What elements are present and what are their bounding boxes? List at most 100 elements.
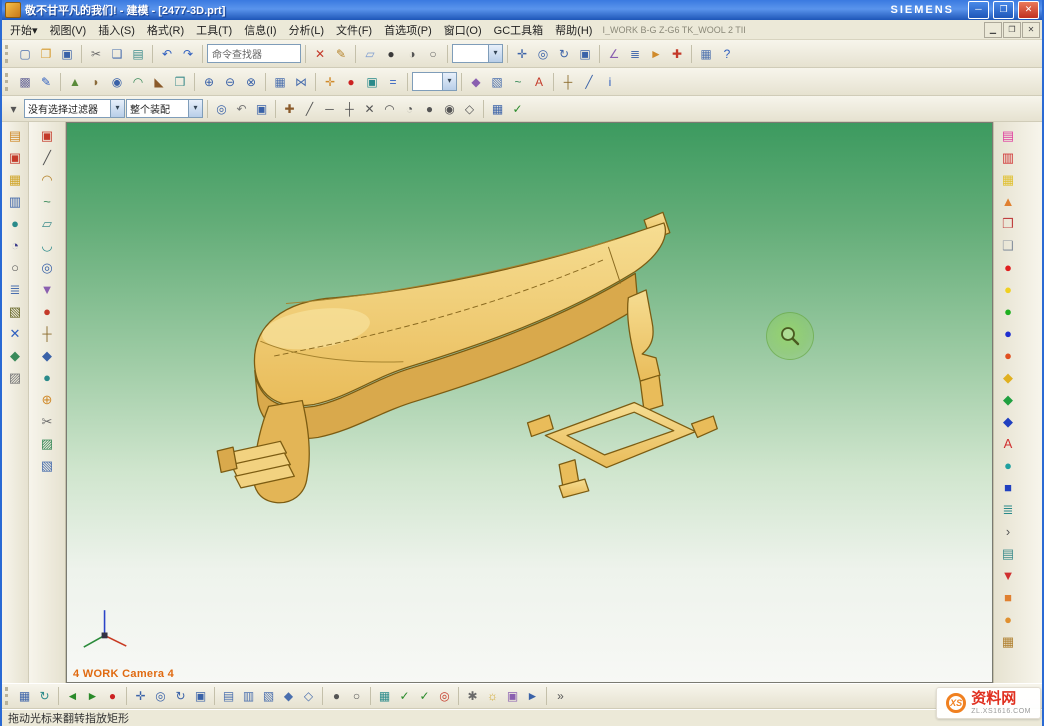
model-frame-stub-right[interactable] (692, 416, 718, 437)
record-macro-icon[interactable]: ● (103, 687, 122, 705)
menu-item[interactable]: 视图(V) (44, 20, 93, 40)
quadrant-point-icon[interactable]: ◔ (400, 100, 419, 118)
menu-item[interactable]: 分析(L) (283, 20, 330, 40)
model-arm-connector[interactable] (640, 375, 663, 411)
check-second-icon[interactable]: ✓ (415, 687, 434, 705)
forward-icon[interactable]: ► (83, 687, 102, 705)
save-icon[interactable]: ▣ (57, 44, 77, 64)
edge-blend-icon[interactable]: ◠ (128, 72, 148, 92)
mirror-feature-icon[interactable]: ⋈ (291, 72, 311, 92)
subtract-icon[interactable]: ⊖ (220, 72, 240, 92)
palette-icon[interactable]: ▧ (5, 302, 25, 322)
color-yellow-icon[interactable]: ● (998, 280, 1018, 300)
top-view-icon[interactable]: ▥ (239, 687, 258, 705)
shell-icon[interactable]: ❒ (170, 72, 190, 92)
hole-icon[interactable]: ◉ (107, 72, 127, 92)
task-environment-icon[interactable]: ▩ (15, 72, 35, 92)
menu-item[interactable]: 帮助(H) (549, 20, 598, 40)
previous-selection-icon[interactable]: ↶ (232, 100, 251, 118)
revolve-icon[interactable]: ◗ (86, 72, 106, 92)
paste-icon[interactable]: ▤ (128, 44, 148, 64)
intersect-icon[interactable]: ⊗ (241, 72, 261, 92)
materials-icon[interactable]: ▦ (998, 170, 1018, 190)
spline-tool-icon[interactable]: ~ (37, 192, 57, 212)
cube-yellow-icon[interactable]: ◆ (998, 368, 1018, 388)
box-blue-icon[interactable]: ■ (998, 478, 1018, 498)
help-icon[interactable]: ? (717, 44, 737, 64)
close-button[interactable]: ✕ (1018, 1, 1039, 19)
model-arm[interactable] (628, 290, 660, 381)
wcs-triad[interactable] (84, 610, 126, 647)
mid-point-icon[interactable]: ─ (320, 100, 339, 118)
isometric-view-icon[interactable]: ◆ (279, 687, 298, 705)
offset-curve-icon[interactable]: ◎ (37, 258, 57, 278)
maximize-button[interactable]: ❐ (993, 1, 1014, 19)
system-materials-icon[interactable]: ▨ (5, 368, 25, 388)
menu-item[interactable]: 插入(S) (92, 20, 141, 40)
doc-minimize-button[interactable]: ▁ (984, 22, 1002, 38)
fit-bottom-icon[interactable]: ▣ (191, 687, 210, 705)
shaded-display-icon[interactable]: ● (381, 44, 401, 64)
select-all-icon[interactable]: ▣ (252, 100, 271, 118)
selection-scope-dropdown[interactable]: 整个装配▾ (126, 99, 203, 118)
menu-item[interactable]: 工具(T) (190, 20, 238, 40)
sphere-teal-icon[interactable]: ● (998, 456, 1018, 476)
toolbar-grip[interactable] (5, 687, 11, 705)
wcs-icon[interactable]: ┼ (558, 72, 578, 92)
minimize-button[interactable]: ─ (968, 1, 989, 19)
point-tool-icon[interactable]: ▣ (37, 126, 57, 146)
unite-icon[interactable]: ⊕ (199, 72, 219, 92)
model-comb-block[interactable] (217, 447, 237, 472)
color-orange-icon[interactable]: ● (998, 346, 1018, 366)
grid-snap-icon[interactable]: ▦ (488, 100, 507, 118)
model-frame[interactable] (545, 403, 695, 468)
doc-close-button[interactable]: ✕ (1022, 22, 1040, 38)
title-bar[interactable]: 敬不甘平凡的我们! - 建模 - [2477-3D.prt] SIEMENS ─… (2, 0, 1042, 20)
view-dropdown[interactable]: ▾ (452, 44, 503, 63)
side-view-icon[interactable]: ▧ (259, 687, 278, 705)
menu-item[interactable]: 信息(I) (238, 20, 282, 40)
type-filter-icon[interactable]: ▾ (4, 100, 23, 118)
graphics-viewport[interactable]: 4 WORK Camera 4 (66, 122, 993, 683)
flag-icon[interactable]: ▼ (998, 566, 1018, 586)
redo-icon[interactable]: ↷ (178, 44, 198, 64)
section-view-icon[interactable]: ▧ (487, 72, 507, 92)
scene-icon[interactable]: ❑ (998, 236, 1018, 256)
target-icon[interactable]: ◎ (435, 687, 454, 705)
model-frame-stub-left[interactable] (528, 415, 554, 436)
front-view-icon[interactable]: ▤ (219, 687, 238, 705)
confirm-icon[interactable]: ✓ (508, 100, 527, 118)
toolbar-grip[interactable] (5, 73, 11, 91)
roles-icon[interactable]: ◆ (5, 346, 25, 366)
close-panel-icon[interactable]: ✕ (5, 324, 25, 344)
menu-item[interactable]: 窗口(O) (438, 20, 488, 40)
part-navigator-icon[interactable]: ▦ (5, 170, 25, 190)
pan-icon[interactable]: ✛ (512, 44, 532, 64)
synchronous-modeling-icon[interactable]: ▣ (362, 72, 382, 92)
datum-csys-icon[interactable]: ┼ (37, 324, 57, 344)
visual-effects-icon[interactable]: ❒ (998, 214, 1018, 234)
cut-icon[interactable]: ✂ (86, 44, 106, 64)
chamfer-icon[interactable]: ◣ (149, 72, 169, 92)
block-tool-icon[interactable]: ◆ (37, 346, 57, 366)
zoom-icon[interactable]: ◎ (533, 44, 553, 64)
ball-orange-icon[interactable]: ● (998, 610, 1018, 630)
expressions-icon[interactable]: = (383, 72, 403, 92)
menu-item[interactable]: 文件(F) (330, 20, 378, 40)
arc-tool-icon[interactable]: ◠ (37, 170, 57, 190)
clock-icon[interactable]: ○ (5, 258, 25, 278)
light-icon[interactable]: ☼ (483, 687, 502, 705)
chevron-right-icon[interactable]: › (998, 522, 1018, 542)
sphere-tool-icon[interactable]: ● (37, 368, 57, 388)
box-orange-icon[interactable]: ■ (998, 588, 1018, 608)
shaded-bottom-icon[interactable]: ● (327, 687, 346, 705)
studio-spline-icon[interactable]: ◡ (37, 236, 57, 256)
cube-blue-icon[interactable]: ◆ (998, 412, 1018, 432)
color-blue-icon[interactable]: ● (998, 324, 1018, 344)
profile-tool-icon[interactable]: ▱ (37, 214, 57, 234)
snap-grid-icon[interactable]: ▦ (375, 687, 394, 705)
layer-settings-icon[interactable]: ≣ (625, 44, 645, 64)
notes-icon[interactable]: ≣ (5, 280, 25, 300)
operation-navigator-icon[interactable]: ▥ (5, 192, 25, 212)
trim-tool-icon[interactable]: ✂ (37, 412, 57, 432)
